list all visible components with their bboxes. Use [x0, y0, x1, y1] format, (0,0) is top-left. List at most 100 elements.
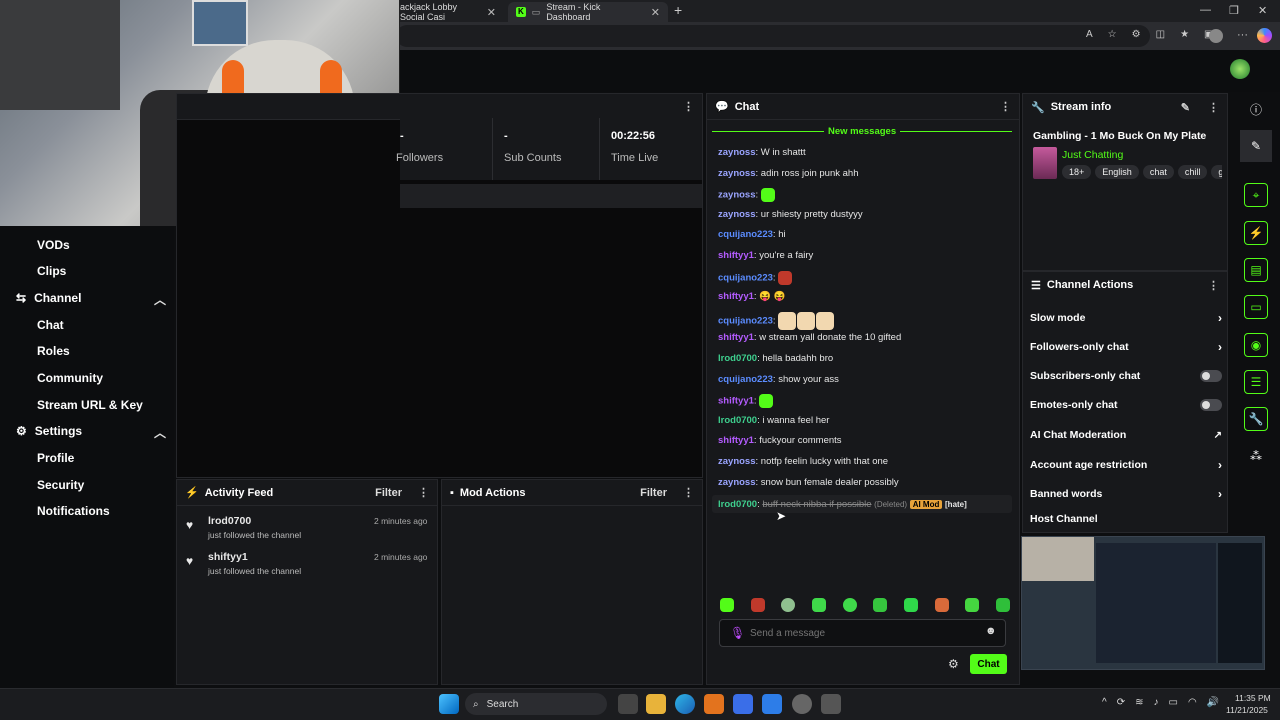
- broadcast-icon[interactable]: ◉: [1244, 333, 1268, 357]
- sidebar-section-channel[interactable]: ⇆ Channel ︿: [16, 291, 166, 308]
- more-options-icon[interactable]: ⋮: [1000, 100, 1011, 113]
- emote-icon[interactable]: [750, 598, 765, 612]
- feed-user[interactable]: shiftyy1: [208, 551, 248, 563]
- emote-icon[interactable]: [965, 598, 980, 612]
- copilot-icon[interactable]: [1257, 28, 1272, 43]
- category-link[interactable]: Just Chatting: [1062, 149, 1123, 161]
- network-icon[interactable]: ≋: [1135, 697, 1143, 708]
- apps-icon[interactable]: ⁂: [1244, 444, 1268, 468]
- taskbar-search[interactable]: ⌕ Search: [465, 693, 607, 715]
- emoji-picker-icon[interactable]: ☻: [985, 625, 997, 637]
- emote-icon[interactable]: [842, 598, 857, 612]
- chat-username[interactable]: lrod0700: [718, 415, 757, 426]
- emote-icon[interactable]: [797, 311, 816, 330]
- sidebar-item-security[interactable]: Security: [37, 478, 84, 492]
- emote-icon[interactable]: [903, 598, 918, 612]
- filter-button[interactable]: Filter: [375, 487, 402, 499]
- chat-username[interactable]: cquijano223: [718, 374, 773, 385]
- chat-username[interactable]: zaynoss: [718, 477, 756, 488]
- sidebar-item-vods[interactable]: VODs: [37, 238, 70, 252]
- ai-moderation-action[interactable]: AI Chat Moderation ↗: [1030, 429, 1222, 441]
- volume-icon[interactable]: 🔊: [1207, 697, 1219, 708]
- emote-icon[interactable]: [778, 311, 797, 330]
- emote-icon[interactable]: [781, 598, 796, 612]
- sidebar-item-clips[interactable]: Clips: [37, 264, 66, 278]
- send-chat-button[interactable]: Chat: [970, 654, 1007, 674]
- wifi-icon[interactable]: ◠: [1188, 697, 1197, 708]
- emote-icon[interactable]: [720, 598, 734, 612]
- document-icon[interactable]: ▤: [1244, 258, 1268, 282]
- chat-message-input[interactable]: [750, 624, 975, 642]
- emote-icon[interactable]: [778, 270, 793, 285]
- emote-icon[interactable]: [934, 598, 949, 612]
- extensions-icon[interactable]: ⚙: [1132, 29, 1141, 40]
- info-icon[interactable]: ⓘ: [1244, 97, 1268, 121]
- sync-icon[interactable]: ⟳: [1117, 697, 1125, 708]
- mic-icon[interactable]: ♪: [1153, 697, 1158, 708]
- emote-icon[interactable]: [816, 311, 835, 330]
- profile-avatar[interactable]: [1209, 29, 1223, 43]
- clock-date[interactable]: 11/21/2025: [1226, 705, 1268, 715]
- chat-username[interactable]: cquijano223: [718, 315, 773, 326]
- sidebar-section-settings[interactable]: ⚙ Settings ︿: [16, 424, 166, 441]
- sidebar-item-chat[interactable]: Chat: [37, 318, 64, 332]
- chat-settings-gear-icon[interactable]: ⚙: [948, 657, 959, 671]
- chat-username[interactable]: cquijano223: [718, 272, 773, 283]
- chat-username[interactable]: shiftyy1: [718, 396, 754, 407]
- more-menu-icon[interactable]: ···: [1237, 29, 1248, 41]
- microphone-icon[interactable]: 🎙: [730, 626, 745, 640]
- store-icon[interactable]: [733, 694, 753, 714]
- emote-icon[interactable]: [995, 598, 1010, 612]
- mail-icon[interactable]: [762, 694, 782, 714]
- close-tab-icon[interactable]: ✕: [651, 6, 660, 19]
- new-tab-button[interactable]: +: [674, 2, 682, 18]
- banned-words-action[interactable]: Banned words ›: [1030, 487, 1222, 501]
- host-channel-action[interactable]: Host Channel: [1030, 513, 1222, 525]
- clock-time[interactable]: 11:35 PM: [1235, 693, 1271, 703]
- task-view-icon[interactable]: [618, 694, 638, 714]
- sidebar-item-profile[interactable]: Profile: [37, 451, 74, 465]
- more-options-icon[interactable]: ⋮: [418, 486, 429, 499]
- chat-username[interactable]: zaynoss: [718, 456, 756, 467]
- account-age-action[interactable]: Account age restriction ›: [1030, 458, 1222, 472]
- user-avatar[interactable]: [1230, 59, 1250, 79]
- edit-pencil-icon[interactable]: ✎: [1181, 101, 1190, 114]
- layout-icon[interactable]: ☰: [1244, 370, 1268, 394]
- settings-gear-icon[interactable]: [821, 694, 841, 714]
- emote-icon[interactable]: [760, 188, 775, 203]
- followers-only-action[interactable]: Followers-only chat ›: [1030, 340, 1222, 354]
- file-explorer-icon[interactable]: [646, 694, 666, 714]
- chat-username[interactable]: zaynoss: [718, 190, 756, 201]
- chat-username[interactable]: shiftyy1: [718, 250, 754, 261]
- capture-icon[interactable]: ⌖: [1244, 183, 1268, 207]
- favorite-star-icon[interactable]: ☆: [1108, 29, 1117, 40]
- chat-username[interactable]: shiftyy1: [718, 291, 754, 302]
- chat-username[interactable]: shiftyy1: [718, 332, 754, 343]
- chat-username[interactable]: zaynoss: [718, 209, 756, 220]
- filter-button[interactable]: Filter: [640, 487, 667, 499]
- tab-blackjack[interactable]: ackjack Lobby Social Casi ✕: [392, 2, 504, 22]
- subscribers-only-toggle[interactable]: [1200, 370, 1222, 382]
- obs-icon[interactable]: [792, 694, 812, 714]
- more-options-icon[interactable]: ⋮: [683, 100, 694, 113]
- tab-kick-dashboard[interactable]: K ▭ Stream - Kick Dashboard ✕: [508, 2, 668, 22]
- slow-mode-action[interactable]: Slow mode ›: [1030, 311, 1222, 325]
- pencil-icon[interactable]: ✎: [1244, 134, 1268, 158]
- wrench-icon[interactable]: 🔧: [1244, 407, 1268, 431]
- feed-user[interactable]: lrod0700: [208, 515, 251, 527]
- read-aloud-icon[interactable]: A: [1086, 29, 1093, 40]
- sidebar-item-community[interactable]: Community: [37, 371, 103, 385]
- chevron-up-icon[interactable]: ^: [1102, 697, 1107, 708]
- close-tab-icon[interactable]: ✕: [487, 6, 496, 19]
- start-windows-icon[interactable]: [439, 694, 459, 714]
- display-icon[interactable]: ▭: [1168, 697, 1177, 708]
- emote-icon[interactable]: [811, 598, 826, 612]
- favorites-icon[interactable]: ★: [1180, 29, 1189, 40]
- sidebar-item-notifications[interactable]: Notifications: [37, 504, 110, 518]
- emote-icon[interactable]: [873, 598, 888, 612]
- chat-username[interactable]: shiftyy1: [718, 435, 754, 446]
- split-screen-icon[interactable]: ◫: [1156, 29, 1165, 40]
- category-thumbnail[interactable]: [1033, 147, 1057, 179]
- chat-username[interactable]: lrod0700: [718, 353, 757, 364]
- chat-icon[interactable]: ▭: [1244, 295, 1268, 319]
